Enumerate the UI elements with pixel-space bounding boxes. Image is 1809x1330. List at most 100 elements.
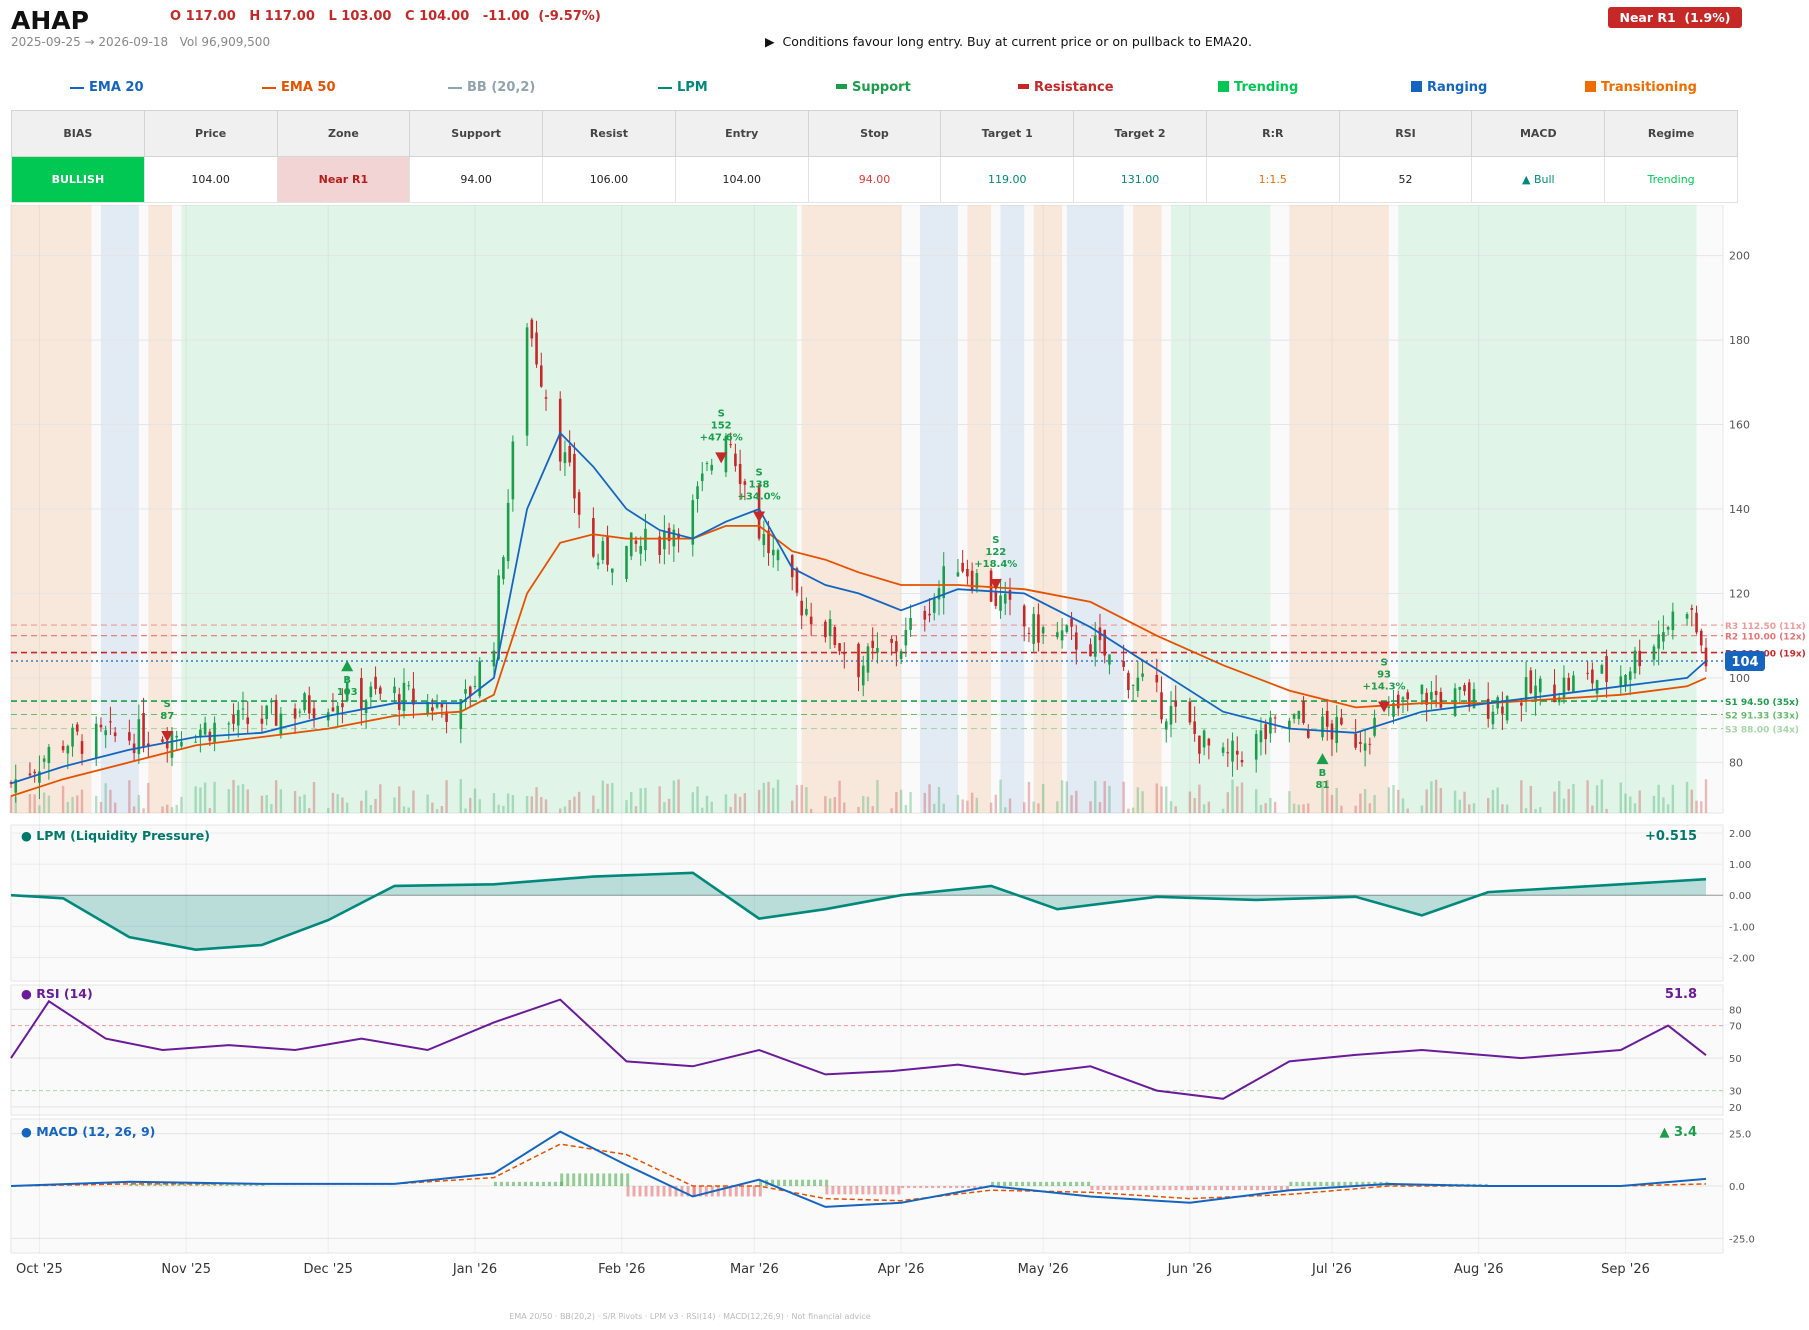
summary-value-entry: 104.00 bbox=[674, 156, 809, 203]
volume-bar bbox=[303, 794, 306, 813]
legend-ema50-label: EMA 50 bbox=[281, 80, 336, 95]
volume-bar bbox=[1359, 793, 1362, 813]
volume-bar bbox=[667, 798, 671, 813]
candle-body bbox=[402, 682, 406, 711]
macd-histogram-bar bbox=[1033, 1181, 1037, 1186]
volume-bar bbox=[161, 806, 164, 813]
macd-histogram-bar bbox=[541, 1181, 545, 1186]
macd-histogram-bar bbox=[1138, 1186, 1142, 1191]
macd-histogram-bar bbox=[1195, 1186, 1199, 1191]
candle-body bbox=[341, 703, 344, 708]
signal-label: 93 bbox=[1377, 669, 1391, 680]
macd-histogram-bar bbox=[1201, 1186, 1205, 1191]
candle-body bbox=[838, 643, 841, 652]
macd-histogram-bar bbox=[560, 1173, 564, 1186]
volume-bar bbox=[1264, 803, 1267, 813]
candle-body bbox=[293, 708, 297, 719]
candle-body bbox=[1008, 590, 1012, 600]
candle-body bbox=[629, 532, 633, 557]
legend-lpm-swatch bbox=[658, 86, 672, 89]
signal-label: S bbox=[992, 535, 999, 546]
macd-histogram-bar bbox=[523, 1181, 527, 1186]
candle-body bbox=[639, 545, 643, 554]
ohlc-readout: O 117.00 H 117.00 L 103.00 C 104.00 -11.… bbox=[170, 9, 601, 24]
x-tick-label: Sep '26 bbox=[1601, 1262, 1650, 1277]
volume-bar bbox=[1430, 781, 1433, 813]
macd-histogram-bar bbox=[590, 1173, 594, 1186]
macd-histogram-bar bbox=[505, 1181, 509, 1186]
x-tick-label: Oct '25 bbox=[16, 1262, 63, 1277]
volume-bar bbox=[743, 793, 747, 813]
candle-body bbox=[298, 711, 302, 713]
volume-bar bbox=[1605, 808, 1608, 813]
candle-body bbox=[525, 327, 529, 436]
signal-label: B bbox=[1319, 768, 1327, 779]
volume-bar bbox=[928, 784, 931, 813]
volume-bar bbox=[1453, 790, 1457, 813]
candle-body bbox=[1666, 627, 1670, 630]
volume-bar bbox=[1534, 808, 1537, 813]
candle-body bbox=[61, 745, 65, 751]
candle-body bbox=[1534, 685, 1537, 702]
volume-bar bbox=[644, 787, 647, 813]
candle-body bbox=[1619, 676, 1623, 687]
volume-bar bbox=[104, 783, 107, 813]
candle-body bbox=[94, 723, 98, 758]
volume-bar bbox=[1269, 798, 1272, 813]
volume-bar bbox=[809, 808, 813, 813]
volume-bar bbox=[937, 786, 941, 813]
volume-bar bbox=[1397, 789, 1400, 813]
macd-histogram-bar bbox=[1162, 1186, 1166, 1191]
volume-bar bbox=[573, 796, 576, 813]
legend-ema50-swatch bbox=[262, 86, 276, 89]
volume-bar bbox=[857, 806, 860, 813]
candle-body bbox=[331, 707, 335, 712]
macd-histogram-bar bbox=[1313, 1181, 1317, 1186]
summary-value-zone: Near R1 bbox=[276, 156, 411, 203]
candle-body bbox=[1131, 684, 1135, 686]
candle-body bbox=[274, 699, 278, 726]
macd-histogram-bar bbox=[855, 1186, 859, 1195]
candle-body bbox=[535, 332, 538, 365]
volume-bar bbox=[1662, 797, 1665, 813]
summary-header-target1: Target 1 bbox=[940, 110, 1075, 157]
volume-bar bbox=[1231, 779, 1234, 813]
candle-body bbox=[364, 701, 368, 714]
volume-bar bbox=[1056, 801, 1059, 813]
candle-body bbox=[1591, 669, 1594, 684]
volume-bar bbox=[1259, 804, 1263, 813]
volume-bar bbox=[95, 795, 98, 813]
volume-bar bbox=[776, 779, 780, 813]
volume-bar bbox=[904, 804, 908, 813]
candle-body bbox=[961, 562, 964, 572]
macd-histogram-bar bbox=[891, 1186, 895, 1195]
volume-bar bbox=[1255, 789, 1258, 813]
volume-bar bbox=[464, 808, 467, 813]
volume-bar bbox=[1094, 780, 1097, 813]
macd-histogram-bar bbox=[578, 1173, 582, 1186]
candle-body bbox=[1297, 710, 1301, 719]
candle-body bbox=[1354, 733, 1357, 748]
candle-body bbox=[1690, 608, 1694, 610]
volume-bar bbox=[1032, 801, 1035, 813]
macd-histogram-bar bbox=[650, 1186, 654, 1197]
volume-bar bbox=[757, 789, 761, 813]
macd-histogram-bar bbox=[608, 1173, 612, 1186]
price-tick-label: 140 bbox=[1729, 503, 1750, 516]
candle-body bbox=[1193, 721, 1196, 734]
price-tick-label: 100 bbox=[1729, 672, 1750, 685]
macd-histogram-bar bbox=[1180, 1186, 1184, 1191]
candle-body bbox=[1221, 747, 1225, 753]
volume-bar bbox=[1169, 801, 1173, 813]
volume-bar bbox=[1425, 789, 1428, 813]
macd-histogram-bar bbox=[813, 1179, 817, 1186]
volume-bar bbox=[1392, 785, 1395, 813]
candle-body bbox=[1486, 698, 1490, 719]
candle-body bbox=[1127, 672, 1130, 690]
volume-bar bbox=[1652, 795, 1656, 813]
candle-body bbox=[1695, 612, 1698, 633]
legend-bb: BB (20,2) bbox=[448, 80, 535, 95]
volume-bar bbox=[1434, 779, 1438, 813]
volume-bar bbox=[729, 806, 732, 813]
rsi-value: 51.8 bbox=[1665, 987, 1697, 1002]
